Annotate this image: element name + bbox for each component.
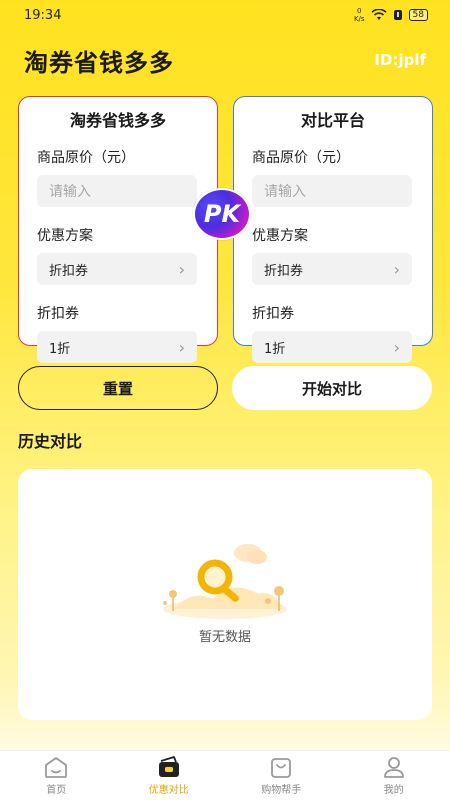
tab-home[interactable]: 首页 bbox=[0, 751, 113, 800]
chevron-right-icon: › bbox=[178, 259, 185, 279]
tab-shopping-helper[interactable]: 购物帮手 bbox=[225, 751, 338, 800]
scheme-label: 优惠方案 bbox=[37, 228, 93, 244]
coupon-select-right[interactable]: 1折 › bbox=[252, 331, 412, 363]
alarm-icon bbox=[393, 10, 402, 20]
price-input-left[interactable]: 请输入 bbox=[37, 175, 197, 207]
wifi-icon bbox=[370, 9, 387, 20]
wallet-icon bbox=[158, 756, 179, 777]
price-label: 商品原价（元） bbox=[252, 150, 350, 166]
tab-mine[interactable]: 我的 bbox=[338, 751, 450, 800]
scheme-label: 优惠方案 bbox=[252, 228, 308, 244]
scheme-value: 折扣券 bbox=[264, 263, 304, 279]
page-title: 淘券省钱多多 bbox=[24, 48, 174, 77]
tab-compare[interactable]: 优惠对比 bbox=[113, 751, 226, 800]
scheme-select-right[interactable]: 折扣券 › bbox=[252, 253, 412, 285]
compare-panel-left: 淘券省钱多多 商品原价（元） 请输入 优惠方案 折扣券 › 折扣券 1折 › bbox=[18, 96, 218, 363]
status-bar: 19:34 0 K/s 58 bbox=[0, 0, 450, 30]
chevron-right-icon: › bbox=[393, 337, 400, 357]
empty-search-illustration-icon bbox=[163, 544, 287, 619]
panel-title: 对比平台 bbox=[300, 111, 365, 130]
empty-state-text: 暂无数据 bbox=[198, 630, 251, 645]
home-icon bbox=[45, 757, 68, 778]
history-card: 暂无数据 bbox=[18, 469, 432, 720]
coupon-value: 1折 bbox=[49, 341, 71, 357]
pk-badge: PK bbox=[193, 188, 251, 240]
history-title: 历史对比 bbox=[18, 432, 83, 451]
battery-indicator: 58 bbox=[408, 9, 428, 21]
scheme-value: 折扣券 bbox=[49, 263, 89, 279]
coupon-label: 折扣券 bbox=[252, 306, 294, 322]
chevron-right-icon: › bbox=[393, 259, 400, 279]
coupon-select-left[interactable]: 1折 › bbox=[37, 331, 197, 363]
bottom-tab-bar: 首页 优惠对比 购物帮手 我的 bbox=[0, 750, 450, 800]
tab-label: 购物帮手 bbox=[261, 785, 302, 796]
net-speed: 0 K/s bbox=[353, 7, 365, 23]
tab-label: 我的 bbox=[383, 785, 404, 796]
status-time: 19:34 bbox=[24, 7, 62, 23]
user-icon bbox=[383, 757, 404, 778]
start-compare-button[interactable]: 开始对比 bbox=[232, 366, 432, 410]
status-icons: 0 K/s 58 bbox=[354, 7, 428, 23]
reset-button[interactable]: 重置 bbox=[18, 366, 218, 410]
app-header: 淘券省钱多多 ID:jplf bbox=[0, 40, 450, 80]
tab-label: 优惠对比 bbox=[148, 785, 189, 796]
panel-title: 淘券省钱多多 bbox=[69, 111, 166, 130]
coupon-label: 折扣券 bbox=[37, 306, 79, 322]
price-input-right[interactable]: 请输入 bbox=[252, 175, 412, 207]
price-label: 商品原价（元） bbox=[37, 150, 135, 166]
chevron-right-icon: › bbox=[178, 337, 185, 357]
compare-panel-right: 对比平台 商品原价（元） 请输入 优惠方案 折扣券 › 折扣券 1折 › bbox=[233, 96, 433, 363]
user-id[interactable]: ID:jplf bbox=[374, 51, 426, 69]
scheme-select-left[interactable]: 折扣券 › bbox=[37, 253, 197, 285]
tab-label: 首页 bbox=[46, 785, 67, 796]
coupon-value: 1折 bbox=[264, 341, 286, 357]
shopping-bag-icon bbox=[271, 758, 292, 778]
